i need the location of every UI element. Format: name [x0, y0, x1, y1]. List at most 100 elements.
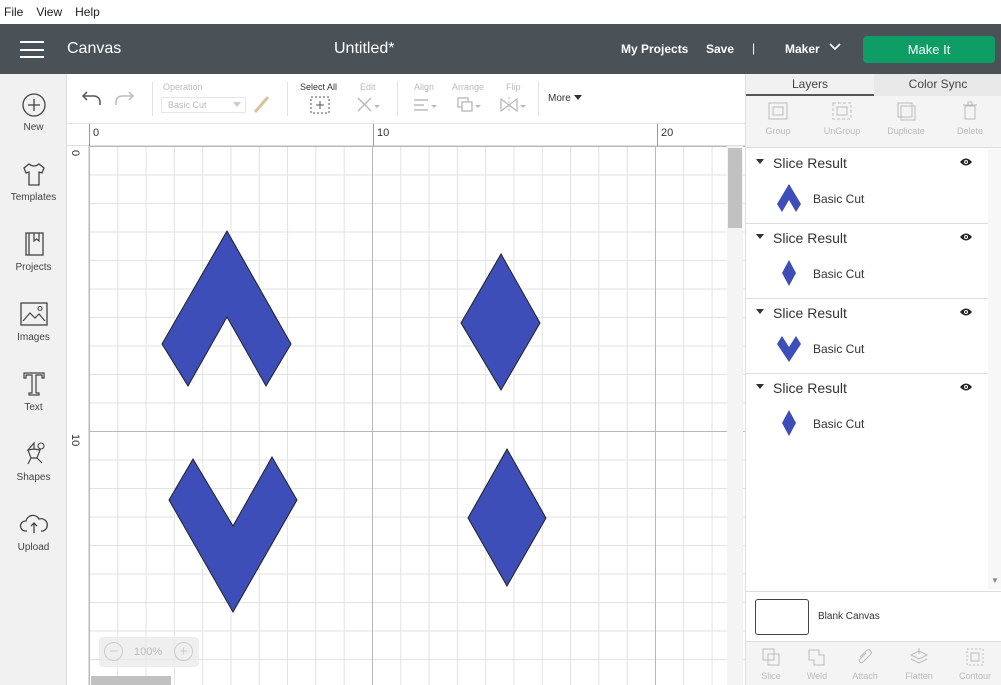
ungroup-icon — [832, 102, 852, 120]
save-button[interactable]: Save — [706, 42, 734, 56]
zoom-out-button[interactable]: − — [104, 642, 123, 661]
contour-button[interactable]: Contour — [950, 642, 1000, 681]
select-all-icon[interactable] — [310, 96, 330, 114]
ruler-tick-label: 10 — [377, 127, 390, 139]
slice-label: Slice — [761, 671, 781, 681]
group-button[interactable]: Group — [746, 96, 810, 136]
chevron-up-shape[interactable] — [161, 229, 292, 387]
more-menu[interactable]: More — [548, 93, 582, 104]
menu-help[interactable]: Help — [75, 5, 100, 19]
ungroup-label: UnGroup — [823, 126, 861, 136]
chevron-down-icon[interactable] — [829, 42, 841, 52]
layer-group-name: Slice Result — [773, 380, 847, 396]
zoom-level: 100% — [134, 646, 163, 658]
hamburger-menu-icon[interactable] — [20, 41, 44, 58]
menu-file[interactable]: File — [4, 5, 23, 19]
make-it-button[interactable]: Make It — [863, 36, 995, 63]
layer-group[interactable]: Slice Result Basic Cut — [746, 374, 988, 449]
scrollbar-thumb[interactable] — [728, 148, 742, 228]
path-actions: Slice Weld Attach Flatten Contour — [746, 641, 1001, 685]
ruler-tick-label: 0 — [93, 127, 100, 139]
sidebar-item-label: Images — [17, 332, 50, 343]
toolbar-divider — [152, 82, 153, 116]
scissors-icon[interactable] — [355, 96, 381, 114]
align-icon[interactable] — [412, 96, 438, 114]
sidebar-item-upload[interactable]: Upload — [0, 510, 67, 553]
ruler-tick-label: 20 — [661, 127, 674, 139]
slice-button[interactable]: Slice — [746, 642, 796, 681]
layer-group[interactable]: Slice Result Basic Cut — [746, 299, 988, 374]
sidebar-item-label: Templates — [10, 192, 57, 203]
canvas-vertical-scrollbar[interactable] — [727, 146, 743, 685]
tab-layers[interactable]: Layers — [746, 74, 874, 96]
delete-button[interactable]: Delete — [938, 96, 1001, 136]
tab-color-sync[interactable]: Color Sync — [874, 74, 1001, 96]
header-separator: | — [752, 41, 756, 55]
caret-down-icon[interactable] — [756, 309, 764, 315]
group-icon — [768, 102, 788, 120]
app-name: Canvas — [67, 40, 122, 57]
cloud-upload-icon — [19, 514, 48, 533]
diamond-thumbnail — [782, 410, 796, 436]
layer-group-name: Slice Result — [773, 230, 847, 246]
caret-down-icon[interactable] — [756, 159, 764, 165]
contour-icon — [966, 648, 984, 666]
sidebar-item-projects[interactable]: Projects — [0, 230, 67, 273]
eye-icon[interactable] — [959, 307, 973, 317]
zoom-in-button[interactable]: + — [174, 642, 193, 661]
diamond-shape-bottom[interactable] — [467, 447, 547, 588]
ungroup-button[interactable]: UnGroup — [810, 96, 874, 136]
caret-down-icon[interactable] — [756, 384, 764, 390]
sidebar-item-new[interactable]: New — [0, 92, 67, 133]
delete-label: Delete — [956, 126, 983, 136]
duplicate-button[interactable]: Duplicate — [874, 96, 938, 136]
eye-icon[interactable] — [959, 382, 973, 392]
document-title: Untitled* — [334, 40, 395, 57]
arrange-label: Arrange — [452, 82, 485, 92]
caret-down-icon[interactable] — [756, 234, 764, 240]
chevron-down-shape[interactable] — [168, 455, 298, 614]
flip-label: Flip — [506, 82, 521, 92]
sidebar-item-text[interactable]: Text — [0, 370, 67, 413]
flatten-button[interactable]: Flatten — [894, 642, 944, 681]
menu-view[interactable]: View — [36, 5, 62, 19]
layer-name: Basic Cut — [813, 267, 865, 281]
blank-canvas-row[interactable]: Blank Canvas — [746, 591, 1001, 641]
sidebar-item-label: Text — [24, 402, 43, 413]
text-t-icon — [22, 372, 45, 396]
sidebar-item-templates[interactable]: Templates — [0, 160, 67, 203]
my-projects-link[interactable]: My Projects — [621, 42, 688, 56]
shapes-icon — [25, 441, 45, 465]
toolbar-divider — [287, 82, 288, 116]
layers-scrollbar[interactable]: ▼ — [988, 149, 1001, 589]
weld-button[interactable]: Weld — [792, 642, 842, 681]
machine-selector[interactable]: Maker — [785, 42, 820, 56]
attach-button[interactable]: Attach — [840, 642, 890, 681]
diamond-shape-top[interactable] — [460, 252, 541, 391]
layer-name: Basic Cut — [813, 417, 865, 431]
trash-icon — [963, 101, 977, 120]
canvas-shapes — [161, 229, 547, 614]
sidebar-item-images[interactable]: Images — [0, 300, 67, 343]
arrange-icon[interactable] — [456, 96, 482, 114]
operation-label: Operation — [163, 82, 203, 92]
redo-icon[interactable] — [113, 88, 135, 108]
layer-group[interactable]: Slice Result Basic Cut — [746, 224, 988, 299]
edit-label: Edit — [360, 82, 376, 92]
sidebar-item-shapes[interactable]: Shapes — [0, 440, 67, 483]
paperclip-icon — [858, 649, 872, 664]
eye-icon[interactable] — [959, 232, 973, 242]
undo-icon[interactable] — [81, 88, 103, 108]
layer-actions: Group UnGroup Duplicate Delete — [746, 96, 1001, 148]
attach-label: Attach — [852, 671, 878, 681]
design-canvas[interactable] — [89, 146, 745, 685]
canvas-horizontal-scrollbar[interactable] — [91, 676, 171, 685]
blank-canvas-swatch[interactable] — [755, 599, 809, 635]
flip-icon[interactable] — [499, 96, 527, 114]
layer-group[interactable]: Slice Result Basic Cut — [746, 149, 988, 224]
contour-label: Contour — [958, 671, 992, 681]
pen-icon[interactable] — [252, 94, 270, 114]
app-header: Canvas Untitled* My Projects Save | Make… — [0, 24, 1001, 74]
eye-icon[interactable] — [959, 157, 973, 167]
scroll-down-arrow-icon[interactable]: ▼ — [991, 576, 999, 585]
